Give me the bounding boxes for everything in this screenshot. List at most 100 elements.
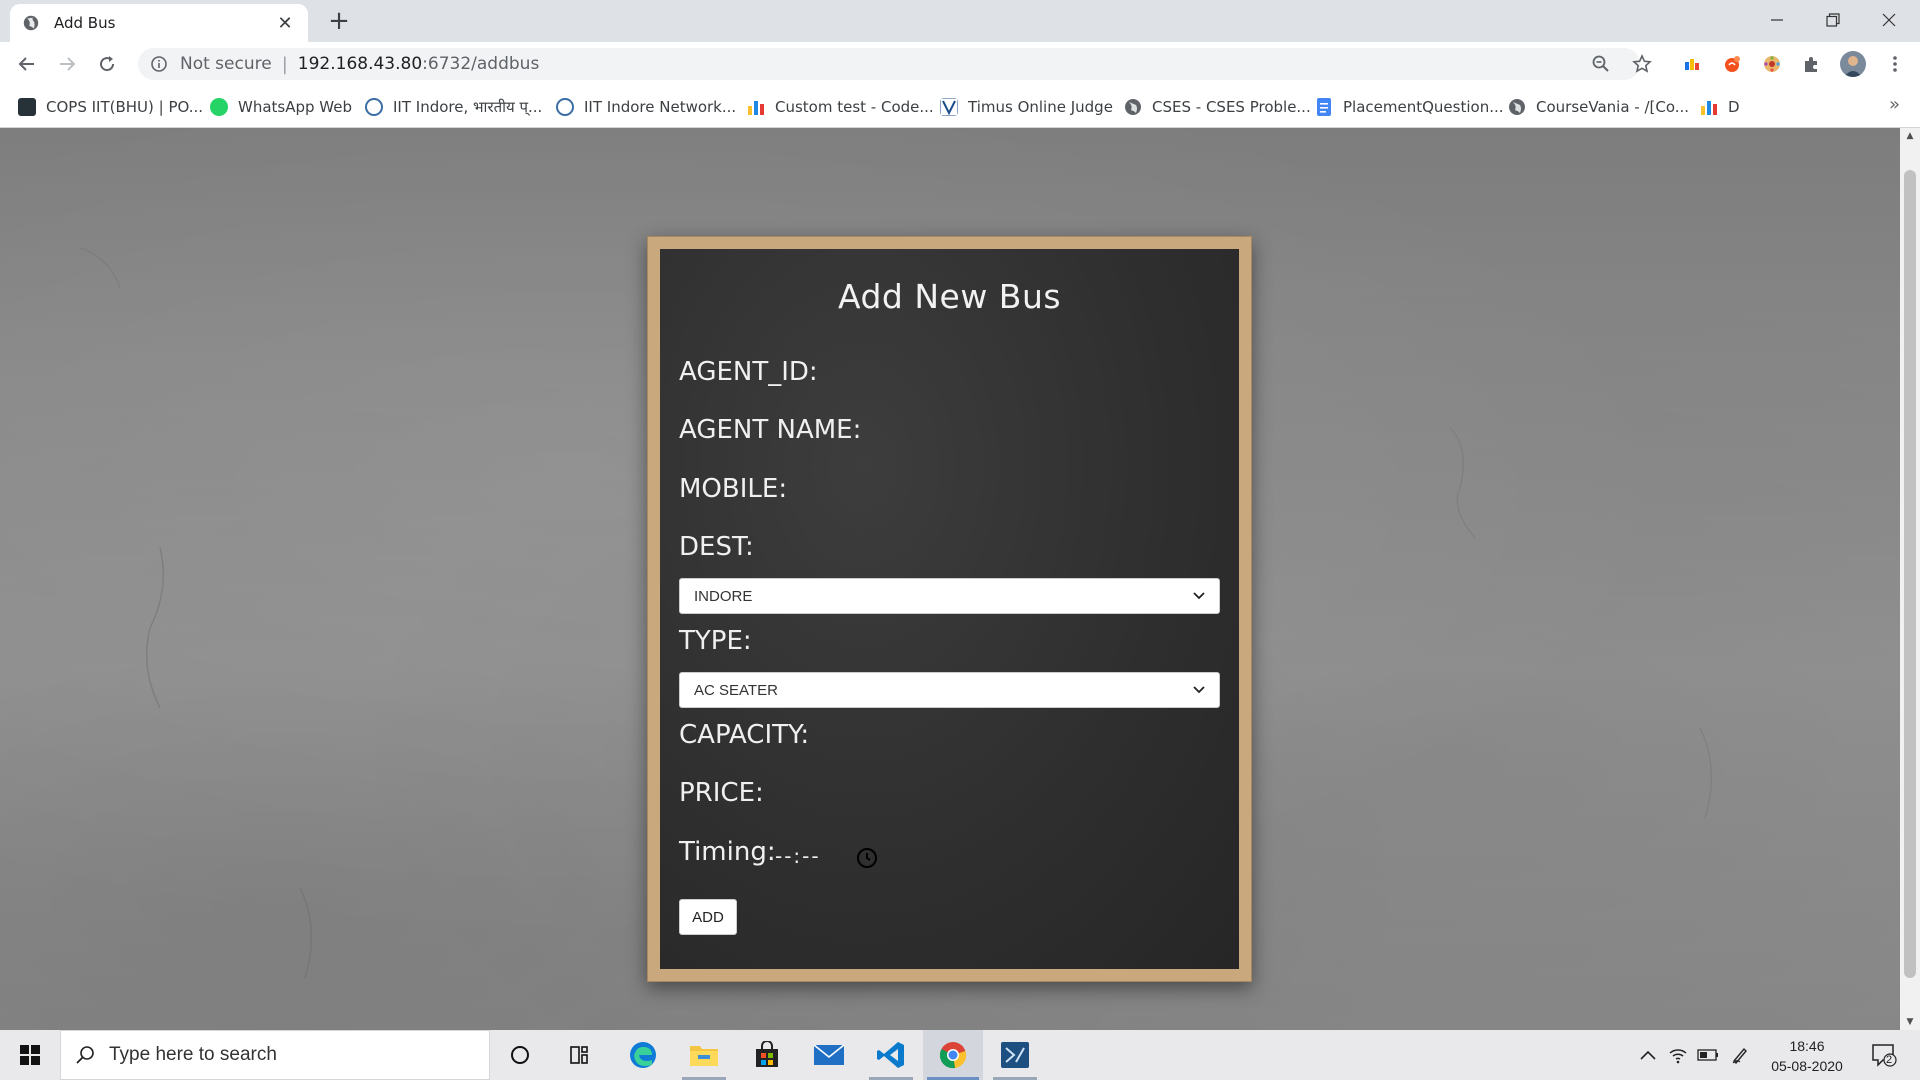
search-placeholder: Type here to search xyxy=(109,1044,277,1065)
price-label: PRICE: xyxy=(679,778,764,808)
bookmarks-overflow-icon[interactable]: » xyxy=(1889,94,1900,115)
store-icon[interactable] xyxy=(737,1030,797,1080)
cortana-icon[interactable] xyxy=(490,1030,550,1080)
tab-title: Add Bus xyxy=(54,14,116,32)
bookmark-star-icon[interactable] xyxy=(1627,49,1657,79)
security-label: Not secure xyxy=(180,54,272,74)
edge-icon[interactable] xyxy=(613,1030,673,1080)
chevron-down-icon xyxy=(1193,686,1205,694)
close-window-icon[interactable] xyxy=(1861,0,1917,40)
tab-close-icon[interactable]: ✕ xyxy=(274,12,296,34)
dest-selected-value: INDORE xyxy=(694,587,753,605)
reload-icon[interactable] xyxy=(93,50,121,78)
battery-icon[interactable] xyxy=(1694,1030,1722,1080)
chevron-down-icon xyxy=(1193,592,1205,600)
bookmark-item[interactable]: WhatsApp Web xyxy=(210,94,352,120)
app-terminal-icon[interactable] xyxy=(985,1030,1045,1080)
forward-icon[interactable] xyxy=(53,50,81,78)
bookmark-item[interactable]: Custom test - Code... xyxy=(747,94,934,120)
type-selected-value: AC SEATER xyxy=(694,681,778,699)
add-bus-form: Add New Bus AGENT_ID: AGENT NAME: MOBILE… xyxy=(660,249,1239,969)
bookmark-item[interactable]: PlacementQuestion... xyxy=(1315,94,1504,120)
mobile-label: MOBILE: xyxy=(679,474,788,504)
address-bar[interactable]: Not secure | 192.168.43.80:6732/addbus xyxy=(138,48,1640,80)
taskbar-clock[interactable]: 18:46 05-08-2020 xyxy=(1752,1036,1862,1076)
bookmark-item[interactable]: CSES - CSES Proble... xyxy=(1124,94,1311,120)
new-tab-button[interactable]: + xyxy=(325,8,353,36)
taskbar-search[interactable]: Type here to search xyxy=(60,1030,490,1080)
bookmark-label: PlacementQuestion... xyxy=(1343,98,1504,116)
bookmark-label: D xyxy=(1728,98,1740,116)
agent-id-label: AGENT_ID: xyxy=(679,357,818,387)
info-icon[interactable] xyxy=(150,55,168,73)
page-scrollbar[interactable]: ▲ ▼ xyxy=(1900,128,1920,1030)
globe-icon xyxy=(1509,99,1525,115)
bookmark-label: IIT Indore Network... xyxy=(584,98,737,116)
add-button[interactable]: ADD xyxy=(679,899,737,935)
windows-start-icon[interactable] xyxy=(0,1030,60,1080)
bookmark-item[interactable]: Timus Online Judge xyxy=(940,94,1113,120)
timing-label: Timing: xyxy=(679,837,776,867)
clock-icon[interactable] xyxy=(855,846,879,870)
bookmark-label: WhatsApp Web xyxy=(238,98,353,116)
notification-count: 2 xyxy=(1886,1054,1893,1066)
extension-orange-icon[interactable] xyxy=(1720,52,1744,76)
scroll-down-icon[interactable]: ▼ xyxy=(1900,1014,1920,1030)
codeforces-icon xyxy=(748,101,764,115)
back-icon[interactable] xyxy=(13,50,41,78)
file-explorer-icon[interactable] xyxy=(674,1030,734,1080)
bookmark-item[interactable]: D xyxy=(1700,94,1740,120)
type-select[interactable]: AC SEATER xyxy=(679,672,1220,708)
clock-time: 18:46 xyxy=(1789,1038,1825,1054)
scroll-up-icon[interactable]: ▲ xyxy=(1900,128,1920,144)
url-separator: | xyxy=(281,53,288,75)
url-path: :6732/addbus xyxy=(422,54,540,74)
iit-indore-icon xyxy=(365,98,383,116)
form-title: Add New Bus xyxy=(837,277,1062,316)
bookmark-item[interactable]: COPS IIT(BHU) | PO... xyxy=(18,94,203,120)
agent-name-label: AGENT NAME: xyxy=(679,415,862,445)
mail-icon[interactable] xyxy=(799,1030,859,1080)
bookmark-label: Timus Online Judge xyxy=(968,98,1113,116)
vscode-icon[interactable] xyxy=(861,1030,921,1080)
tab-add-bus[interactable]: Add Bus ✕ xyxy=(10,4,308,42)
chalkboard-frame: Add New Bus AGENT_ID: AGENT NAME: MOBILE… xyxy=(647,236,1252,982)
extension-wheel-icon[interactable] xyxy=(1760,52,1784,76)
browser-toolbar: Not secure | 192.168.43.80:6732/addbus xyxy=(0,42,1920,86)
bookmark-item[interactable]: IIT Indore Network... xyxy=(556,94,736,120)
tab-strip: Add Bus ✕ + xyxy=(0,0,1920,42)
capacity-label: CAPACITY: xyxy=(679,720,810,750)
bookmark-icon xyxy=(18,98,36,116)
zoom-icon[interactable] xyxy=(1586,49,1616,79)
extensions-puzzle-icon[interactable] xyxy=(1800,52,1824,76)
bookmark-item[interactable]: IIT Indore, भारतीय प्... xyxy=(365,94,542,120)
url-host: 192.168.43.80 xyxy=(297,54,423,74)
scrollbar-thumb[interactable] xyxy=(1904,170,1916,978)
bookmark-item[interactable]: CourseVania - /[Co... xyxy=(1508,94,1689,120)
extension-bars-icon[interactable] xyxy=(1680,52,1704,76)
bookmark-label: CourseVania - /[Co... xyxy=(1536,98,1690,116)
pen-icon[interactable] xyxy=(1728,1030,1752,1080)
dest-label: DEST: xyxy=(679,532,754,562)
globe-icon xyxy=(1125,99,1141,115)
chrome-icon[interactable] xyxy=(923,1030,983,1080)
menu-kebab-icon[interactable] xyxy=(1880,49,1910,79)
wifi-icon[interactable] xyxy=(1664,1030,1692,1080)
tray-chevron-up-icon[interactable] xyxy=(1636,1030,1660,1080)
google-docs-icon xyxy=(1317,98,1331,116)
clock-date: 05-08-2020 xyxy=(1771,1058,1843,1074)
timing-input[interactable]: --:-- xyxy=(775,844,821,868)
iit-indore-icon xyxy=(556,98,574,116)
restore-icon[interactable] xyxy=(1805,0,1861,40)
task-view-icon[interactable] xyxy=(550,1030,610,1080)
type-label: TYPE: xyxy=(679,626,752,656)
globe-icon xyxy=(23,15,39,31)
notifications-icon[interactable]: 2 xyxy=(1866,1030,1902,1080)
bookmark-label: Custom test - Code... xyxy=(775,98,934,116)
bookmark-label: CSES - CSES Proble... xyxy=(1152,98,1311,116)
dest-select[interactable]: INDORE xyxy=(679,578,1220,614)
profile-avatar[interactable] xyxy=(1840,51,1866,77)
windows-taskbar: Type here to search 18:46 05-08-2020 2 xyxy=(0,1030,1920,1080)
minimize-icon[interactable] xyxy=(1749,0,1805,40)
bookmarks-bar: COPS IIT(BHU) | PO... WhatsApp Web IIT I… xyxy=(0,86,1920,128)
